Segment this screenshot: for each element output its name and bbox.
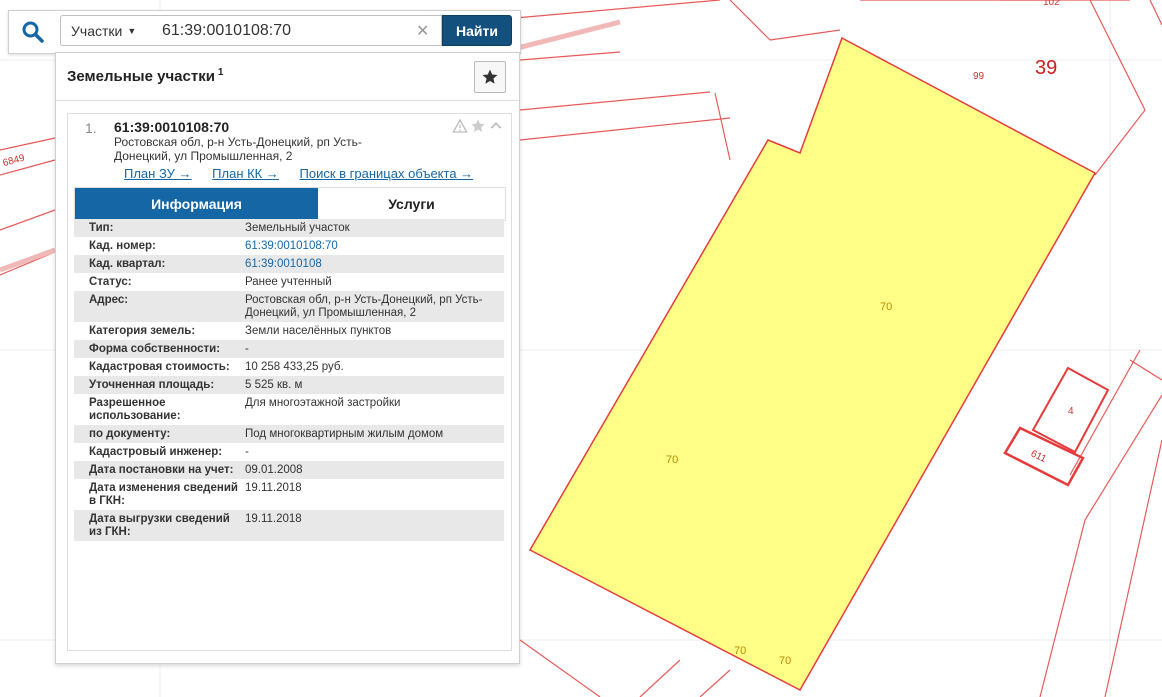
link-search-in-bounds[interactable]: Поиск в границах объекта → xyxy=(300,166,474,181)
info-table: Тип: Земельный участок Кад. номер: 61:39:0… xyxy=(74,219,504,541)
info-value: - xyxy=(245,343,249,355)
tab-services[interactable]: Услуги xyxy=(318,188,505,220)
table-row: Дата постановки на учет: 09.01.2008 xyxy=(74,461,504,479)
info-value: 10 258 433,25 руб. xyxy=(245,361,344,373)
info-value: Земли населённых пунктов xyxy=(245,325,392,337)
info-key: Кадастровый инженер: xyxy=(89,446,223,458)
table-row: Разрешенное использование: Для многоэтажн… xyxy=(74,394,504,425)
map-label-70-bottom-a: 70 xyxy=(734,645,746,657)
star-icon xyxy=(482,69,498,84)
table-row: по документу: Под многоквартирным жилым д… xyxy=(74,425,504,443)
search-type-select[interactable]: Участки ▼ xyxy=(60,15,147,46)
info-key: Дата выгрузки сведений из ГКН: xyxy=(89,513,230,538)
map-label-70-bottom-b: 70 xyxy=(779,655,791,667)
result-card[interactable]: 1. 61:39:0010108:70 Ростовская обл, р-н … xyxy=(67,113,512,651)
info-key: Дата постановки на учет: xyxy=(89,464,234,476)
card-actions xyxy=(452,118,504,134)
info-key: Дата изменения сведений в ГКН: xyxy=(89,482,238,507)
search-input[interactable]: 61:39:0010108:70 xyxy=(146,15,442,46)
info-value: 5 525 кв. м xyxy=(245,379,303,391)
warning-icon[interactable] xyxy=(452,118,468,134)
info-key: Кадастровая стоимость: xyxy=(89,361,230,373)
map-label-4: 4 xyxy=(1068,406,1074,417)
tab-info[interactable]: Информация xyxy=(75,188,318,220)
table-row: Кад. квартал: 61:39:0010108 xyxy=(74,255,504,273)
table-row: Категория земель: Земли населённых пункто… xyxy=(74,322,504,340)
table-row: Кадастровая стоимость: 10 258 433,25 руб. xyxy=(74,358,504,376)
table-row: Форма собственности: - xyxy=(74,340,504,358)
panel-title: Земельные участки 1 xyxy=(67,67,223,85)
chevron-down-icon: ▼ xyxy=(127,25,137,36)
info-value: Ранее учтенный xyxy=(245,276,332,288)
info-key: Статус: xyxy=(89,276,132,288)
info-key: Форма собственности: xyxy=(89,343,221,355)
table-row: Дата выгрузки сведений из ГКН: 19.11.2018 xyxy=(74,510,504,541)
info-value: Земельный участок xyxy=(245,222,350,234)
link-plan-kk[interactable]: План КК → xyxy=(212,166,279,181)
map-label-70-center: 70 xyxy=(880,301,892,313)
info-key: Разрешенное использование: xyxy=(89,397,181,422)
find-button[interactable]: Найти xyxy=(442,15,512,46)
info-key: Категория земель: xyxy=(89,325,196,337)
table-row: Статус: Ранее учтенный xyxy=(74,273,504,291)
star-icon[interactable] xyxy=(470,118,486,134)
map-label-6849: 6849 xyxy=(2,153,27,169)
info-value: 19.11.2018 xyxy=(245,482,302,494)
link-plan-zu[interactable]: План ЗУ → xyxy=(124,166,192,181)
favorites-button[interactable] xyxy=(474,61,506,93)
info-key: Тип: xyxy=(89,222,114,234)
info-value: Для многоэтажной застройки xyxy=(245,397,401,409)
map-label-611: 611 xyxy=(1029,448,1048,465)
clear-icon[interactable]: ✕ xyxy=(416,21,429,41)
map-label-102: 102 xyxy=(1043,0,1060,8)
info-value: 09.01.2008 xyxy=(245,464,303,476)
info-key: по документу: xyxy=(89,428,171,440)
info-value-link[interactable]: 61:39:0010108:70 xyxy=(245,237,504,255)
table-row: Дата изменения сведений в ГКН: 19.11.2018 xyxy=(74,479,504,510)
info-key: Адрес: xyxy=(89,294,129,306)
table-row: Тип: Земельный участок xyxy=(74,219,504,237)
divider xyxy=(56,100,519,101)
search-icon[interactable] xyxy=(21,20,45,44)
result-links: План ЗУ → План КК → Поиск в границах объ… xyxy=(124,166,490,181)
info-key: Кад. квартал: xyxy=(89,258,166,270)
info-value: Под многоквартирным жилым домом xyxy=(245,428,444,440)
info-value: 19.11.2018 xyxy=(245,513,302,525)
info-value: - xyxy=(245,446,249,458)
table-row: Адрес: Ростовская обл, р-н Усть-Донецкий,… xyxy=(74,291,504,322)
table-row: Кад. номер: 61:39:0010108:70 xyxy=(74,237,504,255)
info-key: Кад. номер: xyxy=(89,240,156,252)
panel-title-text: Земельные участки xyxy=(67,68,215,85)
map-label-quarter: 39 xyxy=(1035,57,1057,79)
info-key: Уточненная площадь: xyxy=(89,379,215,391)
info-value: Ростовская обл, р-н Усть-Донецкий, рп Ус… xyxy=(245,294,483,319)
map-label-99: 99 xyxy=(973,71,985,82)
chevron-up-icon[interactable] xyxy=(488,118,504,134)
map-label-70-left: 70 xyxy=(666,454,678,466)
result-tabs: Информация Услуги xyxy=(74,187,506,221)
search-type-label: Участки xyxy=(71,22,123,39)
info-value-link[interactable]: 61:39:0010108 xyxy=(245,255,504,273)
table-row: Кадастровый инженер: - xyxy=(74,443,504,461)
table-row: Уточненная площадь: 5 525 кв. м xyxy=(74,376,504,394)
result-cad-number[interactable]: 61:39:0010108:70 xyxy=(114,119,229,135)
results-count: 1 xyxy=(217,67,224,78)
results-panel: Земельные участки 1 1. 61:39:0010108:70 Р… xyxy=(55,52,520,664)
search-bar: Участки ▼ 61:39:0010108:70 ✕ Найти xyxy=(8,10,521,54)
result-address: Ростовская обл, р-н Усть-Донецкий, рп Ус… xyxy=(114,135,362,163)
result-index: 1. xyxy=(85,120,97,136)
